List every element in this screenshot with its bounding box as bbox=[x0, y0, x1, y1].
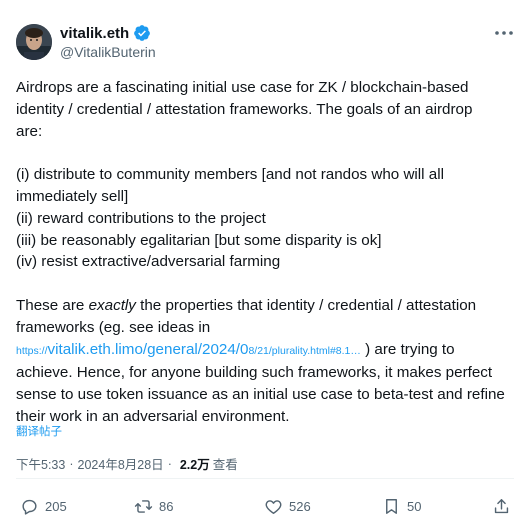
user-info: vitalik.eth @VitalikButerin bbox=[60, 24, 156, 61]
tweet-line: achieve. Hence, for anyone building such… bbox=[16, 364, 493, 382]
share-icon bbox=[494, 498, 509, 513]
post-time[interactable]: 下午5:33 bbox=[16, 454, 65, 473]
tweet-meta: 下午5:33 · 2024年8月28日 · 2.2万 查看 bbox=[16, 454, 238, 473]
meta-separator: · bbox=[167, 456, 172, 471]
bookmark-icon bbox=[386, 498, 397, 514]
tweet-line: (iv) resist extractive/adversarial farmi… bbox=[16, 253, 281, 271]
tweet-line: (ii) reward contributions to the project bbox=[16, 209, 266, 227]
tweet-line: https://vitalik.eth.limo/general/2024/08… bbox=[16, 339, 516, 363]
avatar[interactable] bbox=[16, 24, 52, 60]
tweet-line: frameworks (eg. see ideas in bbox=[16, 318, 211, 336]
tweet-header: vitalik.eth @VitalikButerin bbox=[16, 24, 514, 64]
link-path: 8/21/plurality.html#8.1… bbox=[248, 344, 361, 357]
avatar-image bbox=[16, 24, 52, 60]
reply-icon bbox=[22, 499, 37, 515]
meta-separator: · bbox=[69, 456, 74, 471]
views-count: 2.2万 bbox=[179, 458, 210, 472]
bookmark-button[interactable]: 50 bbox=[382, 494, 421, 518]
repost-count: 86 bbox=[159, 498, 174, 514]
article-link[interactable]: https://vitalik.eth.limo/general/2024/08… bbox=[16, 341, 361, 358]
tweet-line: (i) distribute to community members [and… bbox=[16, 166, 444, 184]
link-domain: vitalik.eth.limo/general/2024/0 bbox=[47, 340, 249, 358]
action-bar: 205 86 526 50 bbox=[16, 494, 514, 518]
reply-button[interactable]: 205 bbox=[20, 494, 67, 518]
share-button[interactable] bbox=[492, 494, 511, 518]
tweet-line: identity / credential / attestation fram… bbox=[16, 100, 473, 118]
reply-count: 205 bbox=[45, 498, 67, 514]
tweet-line: sense to use token issuance as an initia… bbox=[16, 386, 505, 404]
tweet-line: immediately sell] bbox=[16, 187, 129, 205]
tweet-line: Airdrops are a fascinating initial use c… bbox=[16, 79, 469, 96]
like-button[interactable]: 526 bbox=[264, 494, 311, 518]
heart-icon bbox=[265, 499, 282, 514]
translate-post-link[interactable]: 翻译帖子 bbox=[16, 423, 62, 439]
tweet-text: Airdrops are a fascinating initial use c… bbox=[16, 77, 516, 428]
divider bbox=[16, 478, 514, 479]
verified-badge-icon[interactable] bbox=[133, 24, 151, 42]
tweet-line: These are exactly the properties that id… bbox=[16, 295, 516, 317]
repost-button[interactable]: 86 bbox=[134, 494, 173, 518]
user-handle[interactable]: @VitalikButerin bbox=[60, 44, 156, 60]
bookmark-count: 50 bbox=[407, 498, 422, 514]
tweet-line: their work in an adversarial environment… bbox=[16, 407, 290, 425]
tweet-line: (iii) be reasonably egalitarian [but som… bbox=[16, 231, 382, 249]
repost-icon bbox=[134, 499, 153, 513]
tweet-text-segment: the properties that identity / credentia… bbox=[135, 296, 477, 314]
views-label: 查看 bbox=[212, 458, 238, 472]
post-date[interactable]: 2024年8月28日 bbox=[78, 454, 164, 473]
emphasis-text: exactly bbox=[88, 296, 136, 314]
like-count: 526 bbox=[289, 498, 311, 514]
more-options-icon[interactable] bbox=[494, 28, 514, 38]
tweet-text-segment: These are bbox=[16, 296, 89, 314]
tweet-line: are: bbox=[16, 122, 43, 140]
tweet-text-segment: ) are trying to bbox=[360, 340, 455, 358]
link-prefix: https:// bbox=[16, 344, 48, 357]
display-name[interactable]: vitalik.eth bbox=[60, 25, 129, 42]
